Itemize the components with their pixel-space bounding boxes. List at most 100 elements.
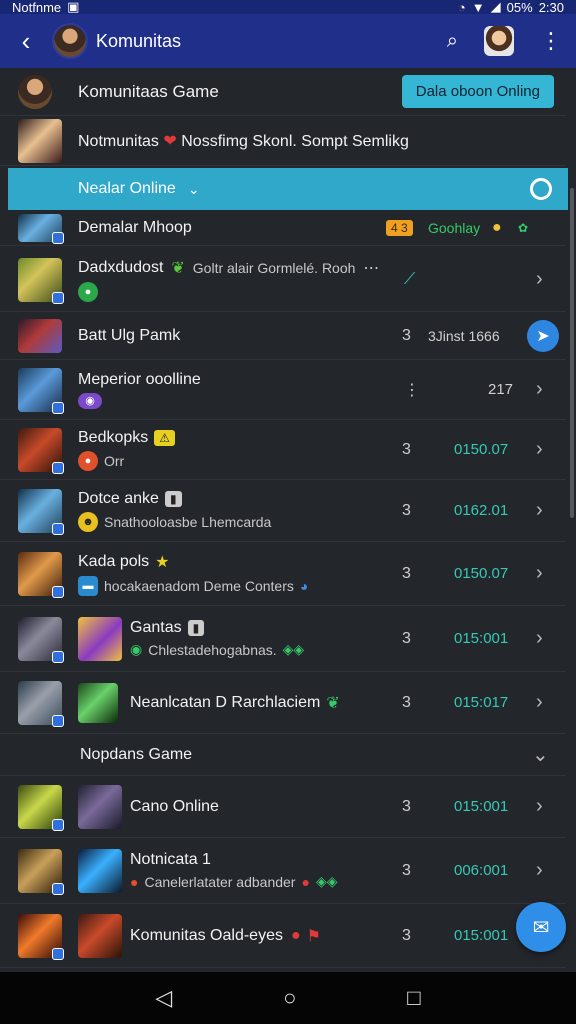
community-header: Komunitaas Game Dala oboon Onling	[0, 68, 566, 116]
game-row[interactable]: Dotce anke ▮ ☻ Snathooloasbe Lhemcarda 3 0…	[0, 480, 566, 542]
controller-icon: ◈◈	[282, 641, 305, 657]
game-time: 0150.07	[454, 441, 509, 458]
recents-nav-icon[interactable]: □	[407, 985, 420, 1011]
back-nav-icon[interactable]: ◁	[155, 985, 172, 1011]
app-bar: ‹ Komunitas ⌕ ⋮	[0, 14, 576, 68]
status-icon: ❦	[326, 694, 340, 712]
chevron-right-icon[interactable]: ›	[536, 627, 543, 650]
game-name: Notnicata 1	[130, 851, 211, 868]
verified-badge: ▮	[164, 490, 182, 507]
member-count: 3	[402, 629, 411, 647]
pinned-text: Notmunitas	[78, 132, 159, 150]
game-thumbnail	[18, 848, 64, 895]
status-left-text: Notfnme	[12, 0, 62, 15]
game-row[interactable]: Dadxdudost ❦ Goltr alair Gormlelé. Rooh …	[0, 248, 566, 312]
controller-icon: ◉	[78, 392, 102, 409]
battery-text: 05%	[506, 0, 533, 15]
search-icon[interactable]: ⌕	[447, 30, 458, 53]
community-avatar[interactable]	[52, 23, 88, 59]
star-icon: ★	[155, 553, 170, 571]
chevron-right-icon[interactable]: ›	[536, 691, 543, 714]
send-icon[interactable]: ➤	[527, 319, 559, 352]
game-thumbnail	[18, 913, 64, 960]
header-action-button[interactable]: Dala oboon Onling	[401, 75, 554, 108]
more-options-icon[interactable]: ⋮	[540, 28, 562, 54]
heart-icon: ●	[290, 926, 301, 944]
member-count: 3	[402, 440, 411, 458]
chevron-down-icon[interactable]: ⌄	[532, 742, 549, 767]
game-row[interactable]: Meperior ooolline ◉ ⋮ 217 ›	[0, 360, 566, 420]
game-subtitle: hocakaenadom Deme Conters	[104, 577, 294, 594]
member-count: 3	[402, 693, 411, 711]
chevron-right-icon[interactable]: ›	[536, 795, 543, 818]
game-thumbnail-2	[78, 784, 122, 829]
game-name: Kada pols	[78, 552, 150, 570]
controller-icon: ◈◈	[315, 873, 338, 889]
game-name: Batt Ulg Pamk	[78, 326, 181, 344]
game-name: Cano Online	[130, 797, 219, 815]
smile-icon: ☻	[78, 511, 98, 532]
signal-icon: ◢	[490, 0, 501, 14]
section-header[interactable]: Nopdans Game ⌄	[0, 734, 566, 776]
game-thumbnail-2	[78, 848, 122, 893]
system-nav-bar: ◁ ○ □	[0, 972, 576, 1024]
game-row[interactable]: Demalar Mhoop 4 3 Goohlay ● ✿	[0, 210, 566, 246]
globe-icon: ◕	[299, 577, 309, 594]
member-count: 3	[402, 926, 411, 944]
app-title: Komunitas	[96, 30, 182, 51]
back-icon[interactable]: ‹	[14, 26, 38, 56]
game-time: 015:001	[454, 927, 509, 944]
game-thumbnail	[18, 318, 62, 353]
user-avatar[interactable]	[484, 26, 514, 56]
game-row[interactable]: Batt Ulg Pamk 3 3Jinst 1666 ➤	[0, 312, 566, 360]
game-name: Dadxdudost	[78, 258, 164, 276]
game-row[interactable]: Komunitas Oald-eyes ● ⚑ 3 015:001	[0, 904, 566, 968]
home-nav-icon[interactable]: ○	[283, 985, 296, 1011]
online-status-icon: ●	[78, 281, 98, 302]
game-thumbnail	[18, 427, 64, 474]
game-time: 015:017	[454, 694, 509, 711]
game-thumbnail-2	[78, 682, 118, 723]
game-thumbnail	[18, 551, 64, 598]
game-time: 0150.07	[454, 565, 509, 582]
chat-fab-button[interactable]: ✉	[516, 902, 566, 952]
flag-icon: ⚑	[306, 927, 321, 945]
clock-icon[interactable]	[530, 178, 552, 200]
member-count: 3	[402, 326, 411, 344]
chevron-right-icon[interactable]: ›	[536, 268, 543, 291]
game-row[interactable]: Kada pols ★ ▬ hocakaenadom Deme Conters ◕ 3…	[0, 542, 566, 606]
game-row[interactable]: Bedkopks ⚠ ● Orr 3 0150.07 ›	[0, 420, 566, 480]
game-row[interactable]: Neanlcatan D Rarchlaciem ❦ 3 015:017 ›	[0, 672, 566, 734]
chevron-right-icon[interactable]: ›	[536, 859, 543, 882]
game-row[interactable]: Cano Online 3 015:001 ›	[0, 776, 566, 838]
game-meta: 217	[488, 381, 514, 398]
member-count: 3	[402, 501, 411, 519]
verified-badge: ▮	[187, 620, 205, 636]
chevron-right-icon[interactable]: ›	[536, 438, 543, 461]
wifi-icon: ▼	[471, 0, 485, 15]
more-vertical-icon[interactable]: ⋮	[404, 380, 420, 400]
gamepad-icon: ▬	[78, 575, 98, 596]
scrollbar[interactable]	[570, 188, 574, 518]
emoji-icon: ●	[492, 218, 502, 236]
heart-icon: ❤	[163, 132, 177, 150]
game-subtitle: Goltr alair Gormlelé. Rooh	[192, 259, 356, 276]
game-time: 015:001	[454, 798, 509, 815]
online-section-label: Nealar Online	[78, 180, 176, 197]
game-row[interactable]: Notnicata 1 ● Canelerlatater adbander ● ◈◈ …	[0, 838, 566, 904]
heart-icon: ●	[301, 873, 310, 890]
chevron-right-icon[interactable]: ›	[536, 499, 543, 522]
fire-icon: ●	[78, 450, 98, 471]
chevron-right-icon[interactable]: ›	[536, 378, 543, 401]
pinned-text-2: Nossfimg Skonl. Sompt Semlikg	[181, 132, 409, 150]
pinned-row[interactable]: Notmunitas ❤ Nossfimg Skonl. Sompt Semli…	[0, 116, 566, 166]
game-name: Meperior ooolline	[78, 370, 201, 388]
game-thumbnail	[18, 488, 64, 535]
online-section-bar[interactable]: Nealar Online ⌄	[8, 168, 568, 210]
verified-badge: ⚠	[154, 429, 176, 446]
status-icon: ◉	[130, 641, 143, 657]
chevron-right-icon[interactable]: ›	[536, 562, 543, 585]
community-avatar-small	[18, 74, 52, 109]
game-row[interactable]: Gantas ▮ ◉ Chlestadehogabnas. ◈◈ 3 015:001 …	[0, 606, 566, 672]
leaf-icon: ❦	[171, 259, 185, 277]
